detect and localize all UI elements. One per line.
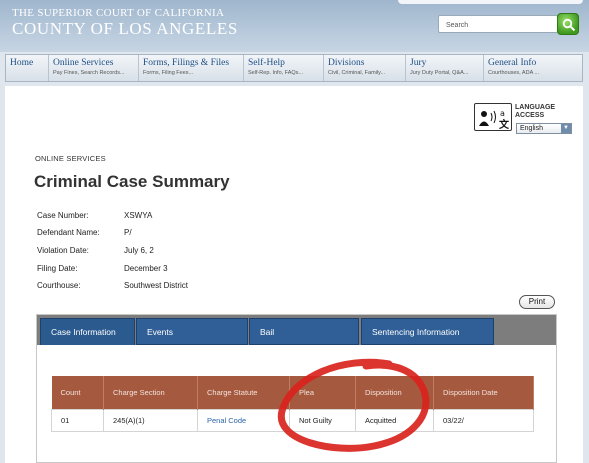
case-number-label: Case Number: [37, 211, 89, 220]
filing-date-value: December 3 [124, 264, 168, 273]
column-header-disposition-date: Disposition Date [433, 376, 534, 409]
charges-table-wrap: Count Charge Section Charge Statute Plea… [51, 376, 534, 432]
nav-item-jury[interactable]: Jury Jury Duty Portal, Q&A... [406, 55, 484, 81]
nav-title: General Info [488, 58, 537, 68]
nav-item-forms[interactable]: Forms, Filings & Files Forms, Filing Fee… [139, 55, 244, 81]
nav-item-general-info[interactable]: General Info Courthouses, ADA ... [484, 55, 582, 81]
nav-subtitle: Self-Rep. Info, FAQs... [248, 70, 304, 76]
top-utility-bar [398, 0, 583, 4]
nav-item-online-services[interactable]: Online Services Pay Fines, Search Record… [49, 55, 139, 81]
defendant-name-value: P/ [124, 228, 132, 237]
cell-plea: Not Guilty [289, 408, 356, 432]
chevron-down-icon: ▼ [561, 124, 571, 133]
main-content: a 文 LANGUAGE ACCESS English ▼ ONLINE SER… [5, 86, 583, 463]
violation-date-label: Violation Date: [37, 246, 89, 255]
site-header: THE SUPERIOR COURT OF CALIFORNIA COUNTY … [0, 0, 589, 52]
court-name-line1: THE SUPERIOR COURT OF CALIFORNIA [12, 7, 225, 19]
language-access-label: LANGUAGE ACCESS [515, 104, 565, 120]
person-speaking-translate-icon: a 文 [479, 109, 510, 131]
language-select[interactable]: English ▼ [516, 123, 572, 134]
cell-charge-statute-link[interactable]: Penal Code [197, 408, 290, 432]
language-label-line1: LANGUAGE [515, 104, 556, 111]
charges-table: Count Charge Section Charge Statute Plea… [51, 376, 534, 432]
search-icon [562, 18, 576, 32]
nav-item-divisions[interactable]: Divisions Civil, Criminal, Family... [324, 55, 406, 81]
court-name-line2[interactable]: COUNTY OF LOS ANGELES [12, 19, 238, 39]
page-title: Criminal Case Summary [34, 172, 230, 191]
svg-text:文: 文 [499, 118, 510, 131]
defendant-name-label: Defendant Name: [37, 228, 100, 237]
cell-disposition: Acquitted [355, 408, 434, 432]
nav-subtitle: Courthouses, ADA ... [488, 70, 540, 76]
nav-title: Self-Help [248, 58, 285, 68]
column-header-count: Count [51, 376, 104, 409]
nav-subtitle: Jury Duty Portal, Q&A... [410, 70, 469, 76]
language-selected-value: English [520, 125, 543, 132]
case-details-panel: Case Information Events Bail Sentencing … [36, 314, 557, 463]
column-header-disposition: Disposition [355, 376, 434, 409]
section-eyebrow: ONLINE SERVICES [35, 154, 106, 163]
search-input[interactable]: Search [438, 15, 558, 33]
cell-count: 01 [51, 408, 104, 432]
cell-charge-section: 245(A)(1) [103, 408, 198, 432]
case-number-value: XSWYA [124, 211, 153, 220]
nav-title: Home [10, 58, 34, 68]
nav-item-self-help[interactable]: Self-Help Self-Rep. Info, FAQs... [244, 55, 324, 81]
tab-events[interactable]: Events [136, 318, 248, 345]
cell-disposition-date: 03/22/ [433, 408, 534, 432]
courthouse-label: Courthouse: [37, 281, 81, 290]
column-header-charge-statute: Charge Statute [197, 376, 290, 409]
nav-item-home[interactable]: Home [6, 55, 49, 81]
main-nav: Home Online Services Pay Fines, Search R… [5, 54, 583, 82]
nav-subtitle: Civil, Criminal, Family... [328, 70, 386, 76]
nav-subtitle: Forms, Filing Fees... [143, 70, 194, 76]
nav-title: Online Services [53, 58, 114, 68]
filing-date-label: Filing Date: [37, 264, 78, 273]
print-button[interactable]: Print [519, 295, 555, 309]
language-access-icon[interactable]: a 文 [474, 103, 512, 131]
table-header-row: Count Charge Section Charge Statute Plea… [51, 376, 534, 409]
column-header-plea: Plea [289, 376, 356, 409]
svg-text:a: a [500, 109, 505, 118]
courthouse-value: Southwest District [124, 281, 189, 290]
tab-strip: Case Information Events Bail Sentencing … [37, 315, 556, 345]
tab-case-information[interactable]: Case Information [40, 318, 135, 345]
table-row: 01 245(A)(1) Penal Code Not Guilty Acqui… [51, 408, 534, 432]
nav-subtitle: Pay Fines, Search Records... [53, 70, 125, 76]
nav-title: Forms, Filings & Files [143, 58, 230, 68]
tab-bail[interactable]: Bail [249, 318, 359, 345]
tab-sentencing-information[interactable]: Sentencing Information [361, 318, 494, 345]
column-header-charge-section: Charge Section [103, 376, 198, 409]
nav-title: Jury [410, 58, 427, 68]
language-label-line2: ACCESS [515, 112, 545, 119]
search-button[interactable] [557, 13, 579, 35]
nav-title: Divisions [328, 58, 365, 68]
violation-date-value: July 6, 2 [124, 246, 154, 255]
